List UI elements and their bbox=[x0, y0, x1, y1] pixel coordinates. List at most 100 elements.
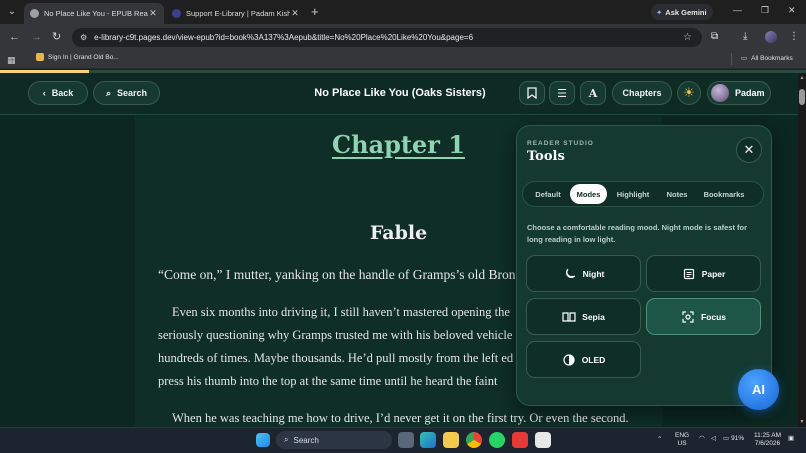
mode-sepia-button[interactable]: Sepia bbox=[526, 298, 641, 335]
gemini-icon: ✦ bbox=[656, 7, 663, 17]
panel-eyebrow: READER STUDIO bbox=[527, 140, 594, 147]
windows-start-icon[interactable] bbox=[256, 433, 270, 447]
task-view-icon[interactable] bbox=[398, 432, 414, 448]
mode-label: Paper bbox=[701, 268, 726, 279]
all-bookmarks-button[interactable]: ▭ All Bookmarks bbox=[741, 54, 793, 63]
language-indicator[interactable]: ENG US bbox=[675, 432, 689, 448]
forward-arrow-icon[interactable]: → bbox=[31, 31, 42, 43]
reload-icon[interactable]: ↻ bbox=[52, 31, 61, 43]
theme-toggle-button[interactable]: ☀ bbox=[677, 81, 701, 105]
paragraph-line: “Come on,” I mutter, yanking on the hand… bbox=[158, 267, 529, 282]
ai-assistant-button[interactable]: AI bbox=[738, 369, 779, 410]
address-bar[interactable]: ⚙ e-library-c9t.pages.dev/view-epub?id=b… bbox=[72, 28, 702, 47]
apps-grid-icon[interactable]: ▦ bbox=[7, 55, 16, 66]
tab-support[interactable]: Support E-Library | Padam Kishore ✕ bbox=[166, 3, 306, 24]
taskbar-search[interactable]: ⌕ Search bbox=[276, 431, 392, 449]
mode-oled-button[interactable]: OLED bbox=[526, 341, 641, 378]
user-name: Padam bbox=[735, 88, 765, 98]
bookmark-star-icon[interactable]: ☆ bbox=[683, 32, 692, 43]
region-code: US bbox=[677, 440, 687, 447]
download-icon[interactable]: ⤓ bbox=[743, 31, 747, 42]
mode-label: Night bbox=[582, 268, 605, 279]
search-icon: ⌕ bbox=[105, 87, 111, 98]
folder-icon: ▭ bbox=[741, 55, 748, 62]
chrome-icon[interactable] bbox=[466, 432, 482, 448]
avatar bbox=[711, 84, 729, 102]
site-settings-icon[interactable]: ⚙ bbox=[80, 33, 87, 42]
user-menu-button[interactable]: Padam bbox=[707, 81, 771, 105]
tab-modes[interactable]: Modes bbox=[570, 184, 607, 204]
search-label: Search bbox=[117, 88, 148, 98]
bookmark-item[interactable]: Sign In | Grand Old Bo... bbox=[36, 53, 119, 61]
close-icon: ✕ bbox=[743, 142, 755, 157]
edge-browser-icon[interactable] bbox=[420, 432, 436, 448]
close-window-icon[interactable]: ✕ bbox=[788, 5, 796, 16]
scroll-down-icon[interactable]: ▼ bbox=[798, 419, 806, 425]
volume-icon[interactable]: ◁ bbox=[711, 435, 716, 443]
tab-notes[interactable]: Notes bbox=[659, 184, 695, 204]
mode-paper-button[interactable]: Paper bbox=[646, 255, 761, 292]
scroll-up-icon[interactable]: ▲ bbox=[798, 75, 806, 81]
url-text: e-library-c9t.pages.dev/view-epub?id=boo… bbox=[94, 33, 474, 42]
back-arrow-icon[interactable]: ← bbox=[9, 31, 20, 43]
search-icon: ⌕ bbox=[284, 435, 289, 444]
chevron-left-icon: ‹ bbox=[42, 88, 46, 98]
app-icon[interactable] bbox=[512, 432, 528, 448]
tray-chevron-icon[interactable]: ⌃ bbox=[657, 436, 662, 444]
restore-icon[interactable]: ❐ bbox=[761, 5, 769, 16]
tab-bookmarks[interactable]: Bookmarks bbox=[695, 184, 753, 204]
tab-title: Support E-Library | Padam Kishore bbox=[186, 9, 290, 18]
focus-icon bbox=[681, 310, 695, 324]
close-tab-icon[interactable]: ✕ bbox=[290, 8, 300, 19]
close-tab-icon[interactable]: ✕ bbox=[148, 8, 158, 19]
page-scrollbar[interactable]: ▲ ▼ bbox=[798, 73, 806, 427]
minimize-icon[interactable]: — bbox=[733, 5, 742, 15]
mode-focus-button[interactable]: Focus bbox=[646, 298, 761, 335]
ask-gemini-button[interactable]: ✦ Ask Gemini bbox=[651, 4, 713, 20]
chapters-button[interactable]: Chapters bbox=[612, 81, 672, 105]
all-bookmarks-label: All Bookmarks bbox=[751, 54, 793, 62]
clock-time: 11:25 AM bbox=[754, 432, 781, 439]
back-button[interactable]: ‹ Back bbox=[28, 81, 88, 105]
wifi-icon[interactable]: ◠ bbox=[699, 435, 705, 443]
tab-default[interactable]: Default bbox=[526, 184, 570, 204]
notification-icon[interactable]: ▣ bbox=[788, 435, 794, 443]
bookmark-label: Sign In | Grand Old Bo... bbox=[48, 53, 119, 61]
contrast-icon bbox=[562, 353, 576, 367]
bookmark-icon bbox=[527, 87, 537, 99]
scrollbar-thumb[interactable] bbox=[799, 89, 805, 105]
tools-tab-bar: Default Modes Highlight Notes Bookmarks bbox=[522, 181, 764, 207]
battery-icon: ▭ bbox=[723, 435, 730, 442]
mode-night-button[interactable]: Night bbox=[526, 255, 641, 292]
mode-label: Focus bbox=[700, 311, 727, 322]
panel-title: Tools bbox=[527, 149, 565, 164]
calendar-app-icon[interactable] bbox=[535, 432, 551, 448]
paragraph-line: seriously questioning why Gramps trusted… bbox=[158, 328, 513, 342]
moon-icon bbox=[563, 267, 577, 281]
clock-date: 7/6/2026 bbox=[754, 440, 781, 447]
profile-avatar[interactable] bbox=[765, 31, 777, 43]
whatsapp-icon[interactable] bbox=[489, 432, 505, 448]
book-icon bbox=[562, 310, 576, 324]
bookmark-button[interactable] bbox=[519, 81, 545, 105]
search-button[interactable]: ⌕ Search bbox=[93, 81, 160, 105]
font-settings-button[interactable]: A bbox=[580, 81, 606, 105]
extensions-icon[interactable]: ⧉ bbox=[711, 31, 718, 42]
more-menu-icon[interactable]: ⋮ bbox=[789, 31, 799, 42]
tab-title: No Place Like You - EPUB Reader bbox=[44, 9, 148, 18]
tab-highlight[interactable]: Highlight bbox=[607, 184, 659, 204]
menu-button[interactable]: ☰ bbox=[549, 81, 575, 105]
file-explorer-icon[interactable] bbox=[443, 432, 459, 448]
close-panel-button[interactable]: ✕ bbox=[736, 137, 762, 163]
tab-epub-reader[interactable]: No Place Like You - EPUB Reader ✕ bbox=[24, 3, 164, 24]
ask-gemini-label: Ask Gemini bbox=[665, 7, 707, 17]
document-icon bbox=[682, 267, 696, 281]
clock[interactable]: 11:25 AM 7/6/2026 bbox=[754, 432, 781, 448]
bookmarks-bar bbox=[0, 50, 806, 69]
sun-icon: ☀ bbox=[683, 85, 695, 100]
battery-indicator[interactable]: ▭ 91% bbox=[723, 435, 744, 443]
taskbar-search-label: Search bbox=[293, 435, 319, 445]
new-tab-icon[interactable]: + bbox=[311, 5, 319, 19]
tab-search-icon[interactable]: ⌄ bbox=[5, 5, 19, 19]
bookmark-divider bbox=[731, 53, 732, 65]
